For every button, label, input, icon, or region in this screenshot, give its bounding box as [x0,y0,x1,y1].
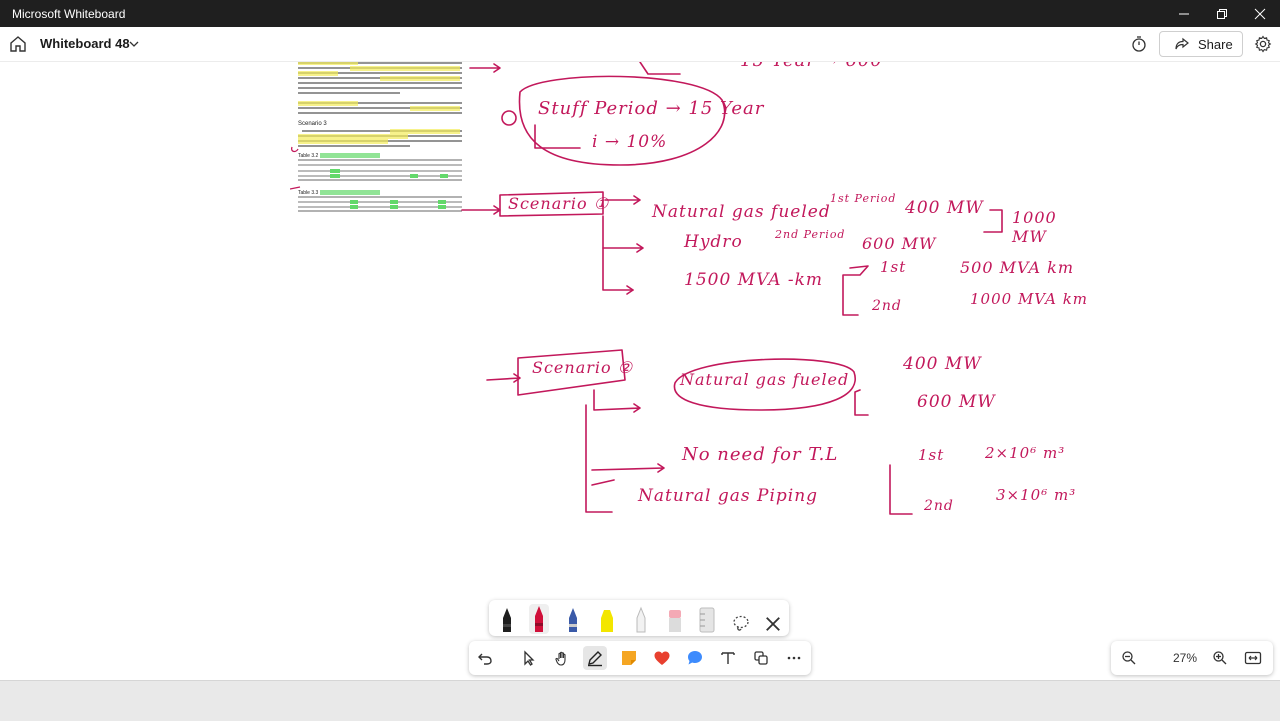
blue-pen-icon[interactable] [563,604,583,634]
pen-tray [489,600,789,636]
restore-icon [1217,8,1227,19]
red-pen-icon[interactable] [529,604,549,634]
ink-s2-ng-val1: 400 MW [903,354,982,374]
ink-s1-tl-1st: 1st [880,258,907,276]
ruler-icon[interactable] [697,604,717,634]
ink-s1-ng: Natural gas fueled [652,202,831,222]
share-label: Share [1198,36,1233,52]
comment-tool[interactable] [683,646,707,670]
title-bar: Microsoft Whiteboard [0,0,1280,27]
ink-s1-ng-value: 400 MW [905,198,984,218]
home-icon[interactable] [8,34,28,54]
pen-icon [588,651,602,667]
zoom-out-icon[interactable] [1121,650,1137,666]
lasso-icon[interactable] [731,608,751,638]
text-tool[interactable] [716,646,740,670]
ink-s2-ng-val2: 600 MW [917,392,996,412]
ink-s1-tl: 1500 MVA -km [684,270,824,290]
bottom-strip [0,680,1280,721]
ink-s2-pipe-2nd: 2nd [924,498,954,514]
black-pen-icon[interactable] [497,604,517,634]
ink-s1-tl-2nd: 2nd [872,298,902,314]
app-header: Whiteboard 48 Share [0,27,1280,62]
zoom-in-icon[interactable] [1212,650,1228,666]
zoom-controls: 27% [1111,641,1273,675]
text-icon [721,652,735,664]
shapes-icon [754,651,768,665]
share-icon [1175,37,1189,50]
ink-layer[interactable] [0,62,1280,680]
ink-scenario-1: Scenario ① [508,194,610,213]
fit-to-screen-icon[interactable] [1244,650,1262,666]
main-toolbar [469,641,811,675]
close-window-button[interactable] [1240,0,1280,27]
share-button[interactable]: Share [1159,31,1243,57]
undo-icon [478,653,492,665]
minimize-button[interactable] [1164,0,1204,27]
pen-tool[interactable] [583,646,607,670]
reaction-icon [654,651,670,665]
reaction-tool[interactable] [650,646,674,670]
shapes-tool[interactable] [749,646,773,670]
ink-interest-rate: i → 10% [592,132,668,152]
close-icon[interactable] [763,609,783,639]
ink-s2-pipe-1st-val: 2×10⁶ m³ [985,444,1066,462]
ink-s1-hydro-value: 600 MW [862,234,937,253]
sticky-note-tool[interactable] [617,646,641,670]
close-icon [1254,8,1266,19]
ink-s1-total: 1000 MW [1012,208,1057,246]
select-tool[interactable] [517,646,541,670]
ink-s1-tl-1st-val: 500 MVA km [960,258,1074,277]
ink-s1-hydro: Hydro [684,232,743,252]
more-icon [787,656,801,660]
chevron-down-icon[interactable] [128,38,140,50]
ink-s1-ng-period: 1st Period [830,192,897,205]
ink-scenario-2: Scenario ② [532,358,634,377]
ink-s1-hydro-period: 2nd Period [775,228,846,241]
pan-icon [555,651,566,666]
pan-tool[interactable] [550,646,574,670]
select-icon [524,650,535,666]
zoom-level[interactable]: 27% [1161,651,1209,665]
board-title[interactable]: Whiteboard 48 [40,36,130,51]
ink-s1-tl-2nd-val: 1000 MVA km [970,290,1089,308]
comment-icon [688,651,702,665]
undo-button[interactable] [473,646,497,670]
whiteboard-canvas[interactable]: Scenario 3 Table 3.2 Table 3.3 Stuff Per… [0,62,1280,680]
restore-button[interactable] [1202,0,1242,27]
yellow-highlighter-icon[interactable] [597,604,617,634]
eraser-icon[interactable] [665,604,685,634]
ink-s2-no-tl: No need for T.L [682,444,839,465]
ink-s2-pipe-1st: 1st [918,446,945,464]
gear-icon[interactable] [1254,35,1272,53]
minimize-icon [1179,13,1189,14]
ink-s2-ng: Natural gas fueled [680,370,850,389]
ink-s2-pipe-2nd-val: 3×10⁶ m³ [996,486,1077,504]
ink-s2-piping: Natural gas Piping [638,486,819,506]
app-title: Microsoft Whiteboard [12,6,126,21]
sticky-note-icon [622,651,636,665]
ink-top-fragment: 15 Year → 600 [740,62,883,71]
more-button[interactable] [782,646,806,670]
white-pen-icon[interactable] [631,604,651,634]
ink-study-period: Stuff Period → 15 Year [538,98,765,119]
timer-icon[interactable] [1130,35,1148,53]
